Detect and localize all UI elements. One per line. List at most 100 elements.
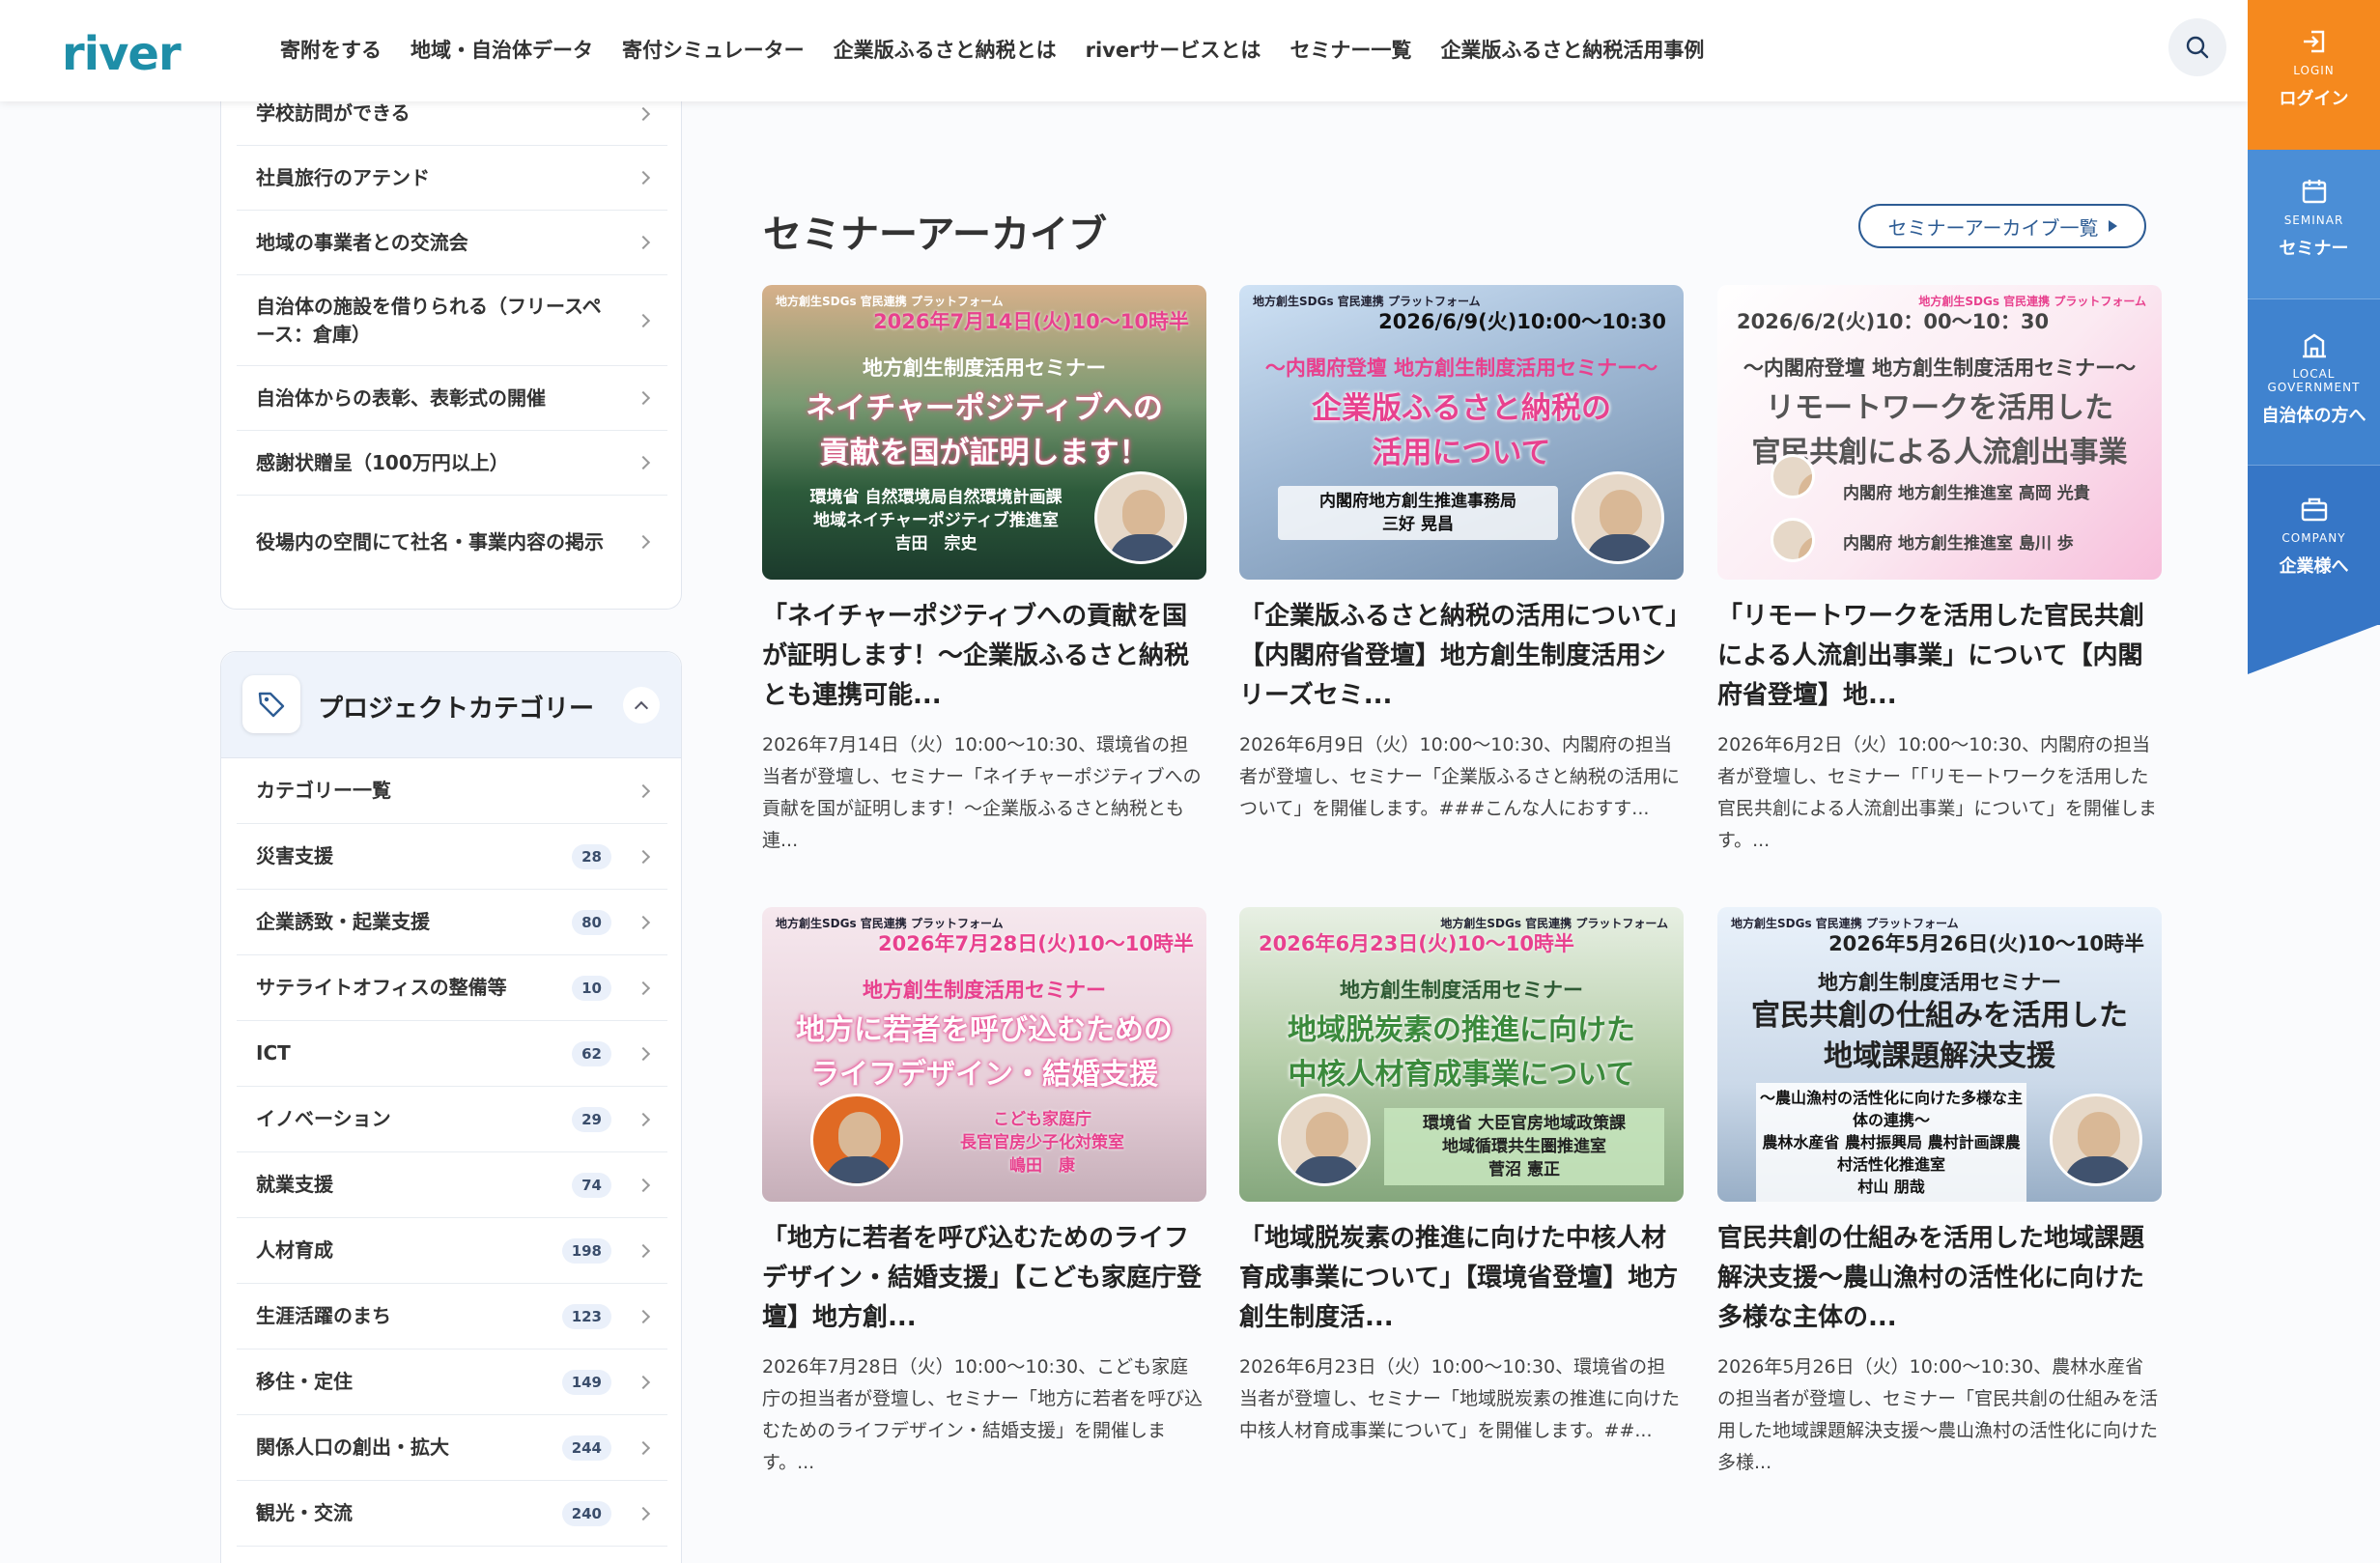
search-button[interactable] — [2168, 18, 2226, 76]
login-en: LOGIN — [2293, 64, 2335, 77]
river-logo[interactable]: river — [62, 27, 182, 81]
speaker-photo — [1278, 1094, 1371, 1186]
chevron-right-icon — [636, 783, 651, 798]
thumb-subtitle: 地方創生制度活用セミナー — [863, 979, 1106, 1002]
chevron-right-icon — [636, 1178, 651, 1192]
category-list: カテゴリー一覧 災害支援 28 企業誘致・起業支援 80 サテライトオフィスの整備等… — [237, 758, 667, 1547]
nav-case-studies[interactable]: 企業版ふるさと納税活用事例 — [1440, 35, 1704, 64]
speaker-photo — [1771, 518, 1815, 562]
card-title[interactable]: 「リモートワークを活用した官民共創による人流創出事業」について【内閣府省登壇】地… — [1717, 597, 2162, 716]
thumb-date: 2026/6/2(火)10：00〜10：30 — [1737, 310, 2050, 333]
thumb-speaker: 環境省 大臣官房地域政策課 地域循環共生圏推進室 菅沼 憲正 — [1384, 1108, 1664, 1185]
collapse-button[interactable] — [623, 687, 660, 724]
count-badge: 123 — [561, 1303, 611, 1329]
thumb-date: 2026/6/9(火)10:00〜10:30 — [1378, 310, 1666, 333]
chevron-right-icon — [636, 1046, 651, 1061]
seminar-card[interactable]: 地方創生SDGs 官民連携 プラットフォーム 2026年5月26日(火)10〜1… — [1717, 907, 2162, 1479]
benefits-list: 学校訪問ができる 社員旅行のアテンド 地域の事業者との交流会 自治体の施設を借り… — [237, 82, 667, 588]
nav-about-furusato[interactable]: 企業版ふるさと納税とは — [834, 35, 1057, 64]
count-badge: 149 — [561, 1369, 611, 1395]
nav-donate[interactable]: 寄附をする — [280, 35, 382, 64]
nav-about-river[interactable]: riverサービスとは — [1086, 35, 1261, 64]
speaker-photo — [2050, 1094, 2142, 1186]
benefit-item[interactable]: 自治体の施設を借りられる（フリースペース：倉庫） — [237, 275, 667, 366]
category-item[interactable]: イノベーション 29 — [237, 1087, 667, 1152]
tag-icon — [242, 675, 300, 733]
category-item[interactable]: 就業支援 74 — [237, 1152, 667, 1218]
card-description: 2026年7月14日（火）10:00〜10:30、環境省の担当者が登壇し、セミナ… — [762, 734, 1202, 851]
nav-seminars[interactable]: セミナー一覧 — [1289, 35, 1411, 64]
chevron-right-icon — [636, 390, 651, 406]
card-title[interactable]: 「企業版ふるさと納税の活用について」【内閣府省登壇】地方創生制度活用シリーズセミ… — [1239, 597, 1684, 716]
thumb-date: 2026年5月26日(火)10〜10時半 — [1828, 932, 2144, 955]
seminar-thumbnail[interactable]: 地方創生SDGs 官民連携 プラットフォーム 2026/6/2(火)10：00〜… — [1717, 285, 2162, 580]
rail-seminar-button[interactable]: SEMINAR セミナー — [2248, 150, 2380, 299]
seminar-thumbnail[interactable]: 地方創生SDGs 官民連携 プラットフォーム 2026年7月14日(火)10〜1… — [762, 285, 1206, 580]
count-badge: 244 — [561, 1435, 611, 1461]
category-panel-title: プロジェクトカテゴリー — [318, 695, 595, 724]
seminar-thumbnail[interactable]: 地方創生SDGs 官民連携 プラットフォーム 2026/6/9(火)10:00〜… — [1239, 285, 1684, 580]
seminar-card[interactable]: 地方創生SDGs 官民連携 プラットフォーム 2026/6/9(火)10:00〜… — [1239, 285, 1684, 857]
seminar-card[interactable]: 地方創生SDGs 官民連携 プラットフォーム 2026年7月14日(火)10〜1… — [762, 285, 1206, 857]
nav-region-data[interactable]: 地域・自治体データ — [411, 35, 593, 64]
card-title[interactable]: 「地方に若者を呼び込むためのライフデザイン・結婚支援」【こども家庭庁登壇】地方創… — [762, 1219, 1206, 1338]
benefit-item[interactable]: 感謝状贈呈（100万円以上） — [237, 431, 667, 496]
thumb-speaker: 内閣府 地方創生推進室 高岡 光貴 内閣府 地方創生推進室 島川 歩 — [1843, 484, 2090, 554]
thumb-speaker: 〜農山漁村の活性化に向けた多様な主体の連携〜 農林水産省 農村振興局 農村計画課農… — [1756, 1083, 2026, 1202]
seminar-thumbnail[interactable]: 地方創生SDGs 官民連携 プラットフォーム 2026年6月23日(火)10〜1… — [1239, 907, 1684, 1202]
count-badge: 80 — [572, 909, 611, 935]
category-item[interactable]: サテライトオフィスの整備等 10 — [237, 955, 667, 1021]
category-item[interactable]: 企業誘致・起業支援 80 — [237, 890, 667, 955]
seminar-card[interactable]: 地方創生SDGs 官民連携 プラットフォーム 2026/6/2(火)10：00〜… — [1717, 285, 2162, 857]
category-panel: プロジェクトカテゴリー カテゴリー一覧 災害支援 28 企業誘致・起業支援 80 サ… — [220, 651, 682, 1563]
thumb-headline: 地域脱炭素の推進に向けた 中核人材育成事業について — [1288, 1013, 1635, 1092]
category-item[interactable]: 生涯活躍のまち 123 — [237, 1284, 667, 1350]
seminar-card[interactable]: 地方創生SDGs 官民連携 プラットフォーム 2026年7月28日(火)10〜1… — [762, 907, 1206, 1479]
category-item[interactable]: 関係人口の創出・拡大 244 — [237, 1415, 667, 1481]
play-arrow-icon — [2108, 220, 2117, 232]
card-description: 2026年7月28日（火）10:00〜10:30、こども家庭庁の担当者が登壇し、… — [762, 1356, 1204, 1473]
thumb-subtitle: 〜内閣府登壇 地方創生制度活用セミナー〜 — [1742, 356, 2137, 380]
category-panel-header[interactable]: プロジェクトカテゴリー — [221, 652, 681, 758]
rail-company-button[interactable]: COMPANY 企業様へ — [2248, 466, 2380, 625]
rail-tail — [2248, 624, 2380, 674]
chevron-right-icon — [636, 170, 651, 185]
benefit-item[interactable]: 地域の事業者との交流会 — [237, 211, 667, 275]
company-en: COMPANY — [2281, 531, 2346, 545]
category-item[interactable]: 災害支援 28 — [237, 824, 667, 890]
chevron-right-icon — [636, 534, 651, 550]
card-description: 2026年6月2日（火）10:00〜10:30、内閣府の担当者が登壇し、セミナー… — [1717, 734, 2157, 851]
chevron-right-icon — [636, 313, 651, 327]
rail-login-button[interactable]: LOGIN ログイン — [2248, 0, 2380, 150]
category-item[interactable]: 人材育成 198 — [237, 1218, 667, 1284]
benefits-panel: 学校訪問ができる 社員旅行のアテンド 地域の事業者との交流会 自治体の施設を借り… — [220, 82, 682, 610]
nav-simulator[interactable]: 寄付シミュレーター — [622, 35, 805, 64]
category-item[interactable]: 観光・交流 240 — [237, 1481, 667, 1547]
category-item[interactable]: ICT 62 — [237, 1021, 667, 1087]
rail-local-government-button[interactable]: LOCAL GOVERNMENT 自治体の方へ — [2248, 299, 2380, 466]
category-item[interactable]: 移住・定住 149 — [237, 1350, 667, 1415]
benefit-item[interactable]: 役場内の空間にて社名・事業内容の掲示 — [237, 496, 667, 588]
category-all-link[interactable]: カテゴリー一覧 — [237, 758, 667, 824]
seminar-card[interactable]: 地方創生SDGs 官民連携 プラットフォーム 2026年6月23日(火)10〜1… — [1239, 907, 1684, 1479]
section-title: セミナーアーカイブ — [763, 213, 1107, 257]
count-badge: 198 — [561, 1237, 611, 1264]
thumb-date: 2026年7月28日(火)10〜10時半 — [878, 932, 1194, 955]
archive-list-button[interactable]: セミナーアーカイブ一覧 — [1858, 204, 2146, 248]
briefcase-icon — [2301, 497, 2327, 522]
thumb-headline: 地方に若者を呼び込むための ライフデザイン・結婚支援 — [796, 1013, 1173, 1092]
benefit-item[interactable]: 社員旅行のアテンド — [237, 146, 667, 211]
thumb-headline: ネイチャーポジティブへの 貢献を国が証明します！ — [806, 391, 1163, 470]
seminar-thumbnail[interactable]: 地方創生SDGs 官民連携 プラットフォーム 2026年5月26日(火)10〜1… — [1717, 907, 2162, 1202]
side-rail: LOGIN ログイン SEMINAR セミナー LOCAL GOVERNMENT… — [2248, 0, 2380, 676]
seminar-thumbnail[interactable]: 地方創生SDGs 官民連携 プラットフォーム 2026年7月28日(火)10〜1… — [762, 907, 1206, 1202]
count-badge: 29 — [572, 1106, 611, 1132]
card-title[interactable]: 「ネイチャーポジティブへの貢献を国が証明します！〜企業版ふるさと納税とも連携可能… — [762, 597, 1206, 716]
local-en2: GOVERNMENT — [2267, 381, 2361, 394]
card-title[interactable]: 官民共創の仕組みを活用した地域課題解決支援〜農山漁村の活性化に向けた多様な主体の… — [1717, 1219, 2162, 1338]
chevron-right-icon — [636, 915, 651, 929]
chevron-right-icon — [636, 1309, 651, 1323]
speaker-photo — [1572, 471, 1664, 564]
benefit-item[interactable]: 自治体からの表彰、表彰式の開催 — [237, 366, 667, 431]
card-title[interactable]: 「地域脱炭素の推進に向けた中核人材育成事業について」【環境省登壇】地方創生制度活… — [1239, 1219, 1684, 1338]
